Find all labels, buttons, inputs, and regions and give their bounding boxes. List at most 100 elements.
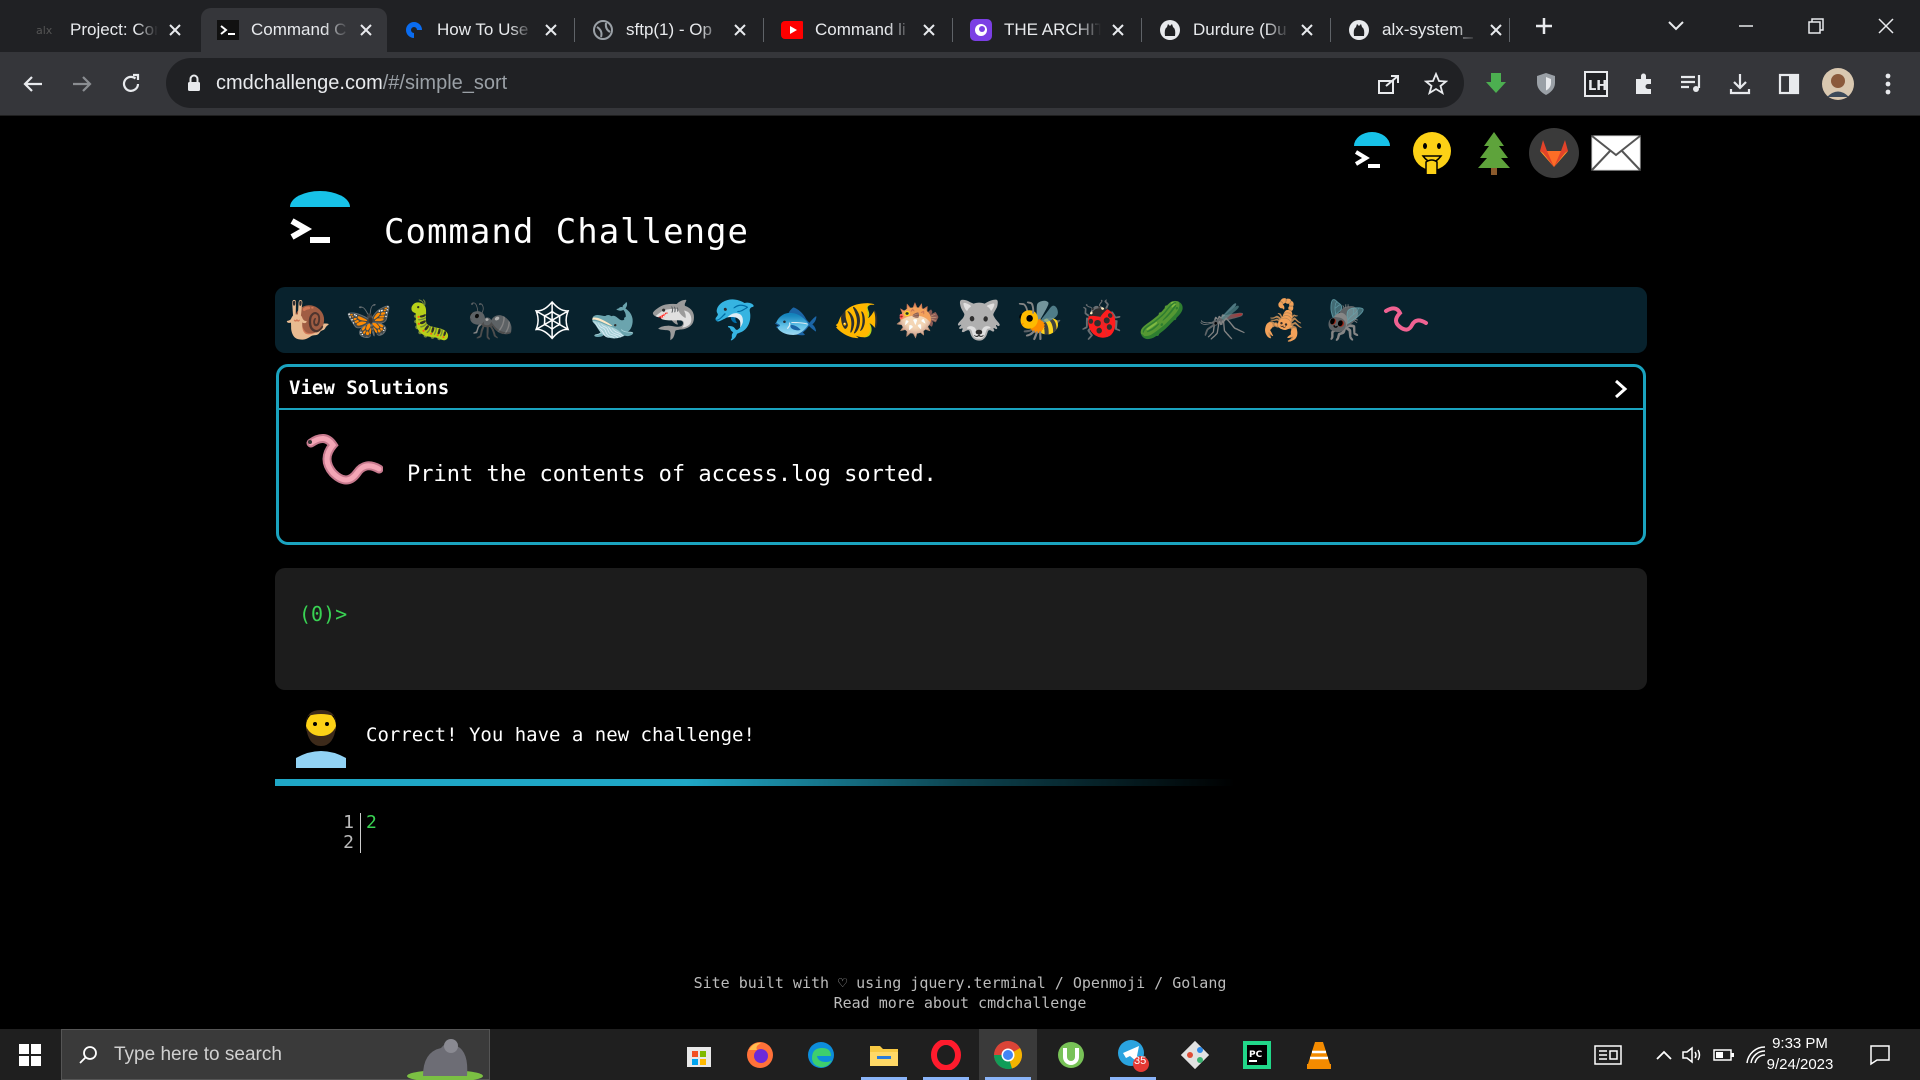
shark-icon[interactable]: 🦈 — [649, 295, 699, 345]
edge-app[interactable] — [792, 1029, 850, 1080]
close-icon[interactable] — [1485, 19, 1507, 41]
oops-emoji-link[interactable] — [1406, 127, 1458, 179]
tree-link[interactable] — [1468, 127, 1520, 179]
tab-alx-system[interactable]: alx-system_ — [1332, 8, 1517, 52]
url-text[interactable]: cmdchallenge.com/#/simple_sort — [216, 72, 507, 95]
opera-app[interactable] — [917, 1029, 975, 1080]
profile-button[interactable] — [1820, 66, 1856, 102]
system-clock[interactable]: 9:33 PM 9/24/2023 — [1758, 1033, 1842, 1075]
tropical-fish-icon[interactable]: 🐠 — [832, 295, 882, 345]
view-solutions-toggle[interactable]: View Solutions — [279, 367, 1643, 410]
tab-the-architect[interactable]: THE ARCHIT — [954, 8, 1139, 52]
side-panel-icon — [1778, 73, 1800, 95]
battery-icon[interactable] — [1710, 1041, 1738, 1069]
restore-button[interactable] — [1798, 10, 1834, 42]
footer-credits[interactable]: Site built with ♡ using jquery.terminal … — [0, 973, 1920, 993]
gitlab-link[interactable] — [1528, 127, 1580, 179]
reload-button[interactable] — [113, 66, 149, 102]
store-icon — [687, 1046, 711, 1067]
gorilla-icon — [407, 1039, 483, 1080]
close-icon[interactable] — [355, 19, 377, 41]
url-path: /#/simple_sort — [382, 71, 508, 94]
tab-project[interactable]: alx Project: Con — [20, 8, 196, 52]
speaker-icon[interactable] — [1678, 1041, 1706, 1069]
minimize-icon — [1739, 25, 1753, 27]
start-button[interactable] — [0, 1029, 60, 1080]
email-link[interactable] — [1590, 127, 1642, 179]
terminal-logo-icon — [290, 191, 350, 243]
cmdchallenge-home-link[interactable] — [1346, 127, 1398, 179]
line-numbers: 1 2 — [343, 812, 354, 853]
close-icon[interactable] — [918, 19, 940, 41]
butterfly-icon[interactable]: 🦋 — [344, 295, 394, 345]
tab-command-challenge[interactable]: Command C — [201, 8, 387, 52]
download-manager-extension[interactable] — [1478, 66, 1514, 102]
challenge-panel: View Solutions Print the contents of acc… — [276, 364, 1646, 545]
wolf-icon[interactable]: 🐺 — [954, 295, 1004, 345]
shield-extension[interactable] — [1528, 66, 1564, 102]
git-app[interactable] — [1166, 1029, 1224, 1080]
share-icon[interactable] — [1376, 71, 1402, 97]
dolphin-icon[interactable]: 🐬 — [710, 295, 760, 345]
blowfish-icon[interactable]: 🐡 — [893, 295, 943, 345]
caterpillar-icon[interactable]: 🐛 — [405, 295, 455, 345]
fly-icon[interactable]: 🪰 — [1320, 295, 1370, 345]
extensions-button[interactable] — [1626, 66, 1662, 102]
microsoft-store-app[interactable] — [670, 1029, 728, 1080]
lighthouse-extension[interactable]: LH — [1578, 66, 1614, 102]
new-tab-button[interactable] — [1526, 10, 1562, 42]
bee-icon[interactable]: 🐝 — [1015, 295, 1065, 345]
scorpion-icon[interactable]: 🦂 — [1259, 295, 1309, 345]
tab-command-line[interactable]: Command li — [765, 8, 950, 52]
tab-search-button[interactable] — [1658, 10, 1694, 42]
file-explorer-app[interactable] — [855, 1029, 913, 1080]
downloads-button[interactable] — [1722, 66, 1758, 102]
gutter-divider — [360, 813, 361, 853]
menu-button[interactable] — [1870, 66, 1906, 102]
worm-icon[interactable] — [1381, 295, 1431, 345]
snail-icon[interactable]: 🐌 — [283, 295, 333, 345]
close-window-button[interactable] — [1868, 10, 1904, 42]
close-icon[interactable] — [729, 19, 751, 41]
lady-beetle-icon[interactable]: 🐞 — [1076, 295, 1126, 345]
chrome-app[interactable] — [979, 1029, 1037, 1080]
notification-center-icon[interactable] — [1866, 1041, 1894, 1069]
pycharm-app[interactable]: PC — [1228, 1029, 1286, 1080]
minimize-button[interactable] — [1728, 10, 1764, 42]
address-bar[interactable]: cmdchallenge.com/#/simple_sort — [166, 58, 1464, 108]
tab-sftp[interactable]: sftp(1) - Op — [576, 8, 761, 52]
back-button[interactable] — [15, 66, 51, 102]
utorrent-app[interactable] — [1042, 1029, 1100, 1080]
chevron-right-icon[interactable] — [1611, 378, 1631, 400]
vlc-app[interactable] — [1290, 1029, 1348, 1080]
firefox-app[interactable] — [731, 1029, 789, 1080]
footer: Site built with ♡ using jquery.terminal … — [0, 973, 1920, 1013]
tab-durdure[interactable]: Durdure (Du — [1143, 8, 1328, 52]
whale-icon[interactable]: 🐋 — [588, 295, 638, 345]
media-control-button[interactable] — [1674, 66, 1710, 102]
spider-web-icon[interactable]: 🕸 — [527, 295, 577, 345]
close-icon[interactable] — [540, 19, 562, 41]
ant-icon[interactable]: 🐜 — [466, 295, 516, 345]
telegram-app[interactable]: 35 — [1104, 1029, 1162, 1080]
close-icon[interactable] — [1107, 19, 1129, 41]
close-icon[interactable] — [164, 19, 186, 41]
cucumber-worm-icon[interactable]: 🥒 — [1137, 295, 1187, 345]
globe-icon — [592, 19, 614, 41]
footer-about-link[interactable]: Read more about cmdchallenge — [0, 993, 1920, 1013]
taskbar-search[interactable]: Type here to search — [61, 1029, 490, 1080]
terminal[interactable]: (0)> — [275, 568, 1647, 690]
mosquito-icon[interactable]: 🦟 — [1198, 295, 1248, 345]
chevron-up-icon[interactable] — [1650, 1041, 1678, 1069]
tab-separator — [1330, 18, 1331, 42]
forward-button[interactable] — [64, 66, 100, 102]
bookmark-star-icon[interactable] — [1423, 71, 1449, 97]
close-icon[interactable] — [1296, 19, 1318, 41]
fish-icon[interactable]: 🐟 — [771, 295, 821, 345]
chevron-down-icon — [1668, 21, 1684, 31]
side-panel-button[interactable] — [1771, 66, 1807, 102]
tab-how-to-use[interactable]: How To Use — [387, 8, 572, 52]
news-widget-icon[interactable] — [1594, 1041, 1622, 1069]
chrome-icon — [994, 1040, 1023, 1069]
lock-icon[interactable] — [184, 73, 204, 93]
